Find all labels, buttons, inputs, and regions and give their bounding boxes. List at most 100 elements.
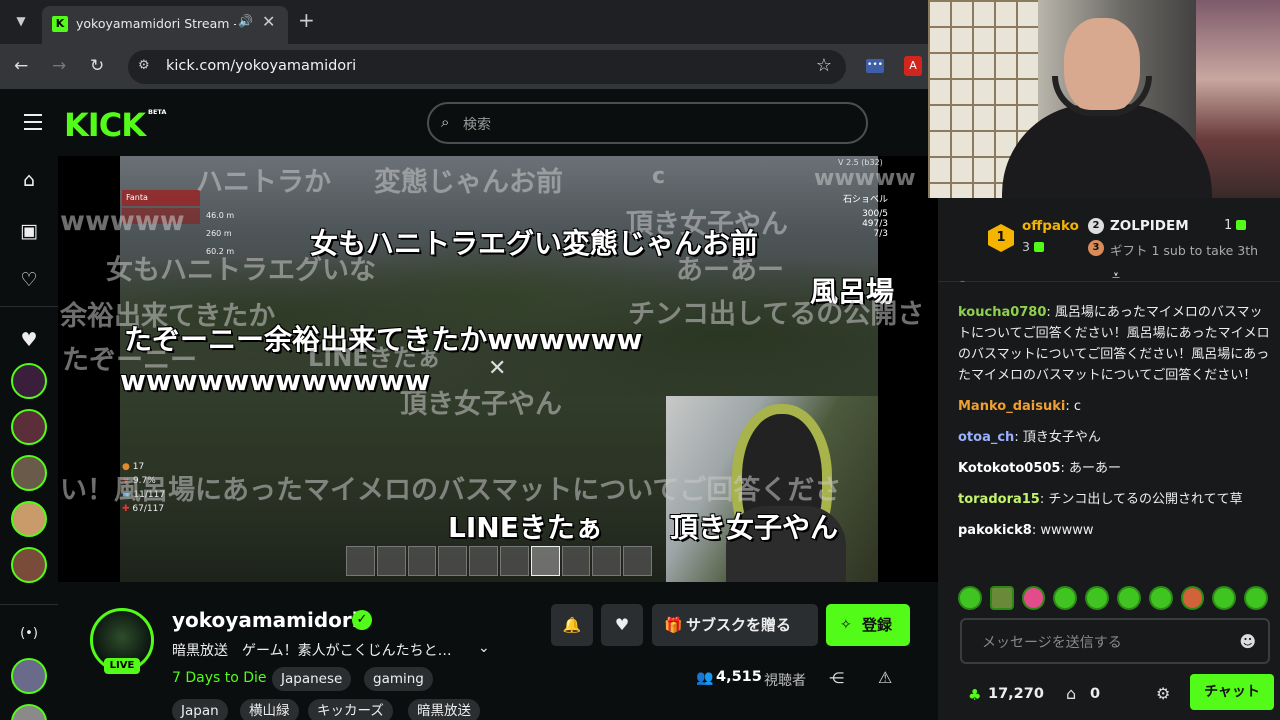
notification-bell-button[interactable]: 🔔 xyxy=(551,604,593,646)
chevron-down-icon[interactable]: ⌄ xyxy=(478,640,490,656)
chat-username[interactable]: Kotokoto0505 xyxy=(958,461,1060,476)
category-link[interactable]: 7 Days to Die xyxy=(172,670,267,686)
chat-username[interactable]: pakokick8 xyxy=(958,523,1032,538)
recommended-channel-avatar[interactable] xyxy=(11,658,47,694)
tag-chip[interactable]: Japanese xyxy=(272,667,352,691)
hotbar-slot xyxy=(561,546,591,576)
send-chat-button[interactable]: チャット xyxy=(1190,674,1274,710)
hud-stat-2: 260 m xyxy=(206,229,232,238)
channel-points: 17,270 xyxy=(988,686,1044,702)
danmaku-comment: 頂き女子やん xyxy=(400,389,562,420)
followed-channel-avatar[interactable] xyxy=(11,501,47,537)
followed-channel-avatar[interactable] xyxy=(11,547,47,583)
follow-heart-button[interactable]: ♥ xyxy=(601,604,643,646)
gift-icon xyxy=(1236,220,1247,230)
chat-message: Kotokoto0505: あーあー xyxy=(958,458,1270,479)
browse-icon[interactable]: ▣ xyxy=(17,219,41,243)
emote-icon[interactable] xyxy=(1148,586,1173,610)
recommended-channel-avatar[interactable] xyxy=(11,704,47,720)
chat-separator: : xyxy=(1065,399,1074,414)
store-icon[interactable]: ⌂ xyxy=(1066,684,1076,703)
browser-tab[interactable]: K yokoyamamidori Stream - V 🔊 ✕ xyxy=(42,6,288,44)
emote-icon[interactable] xyxy=(1212,586,1237,610)
forward-button[interactable]: → xyxy=(52,56,66,76)
top-gifters: 1 offpako 3 2 ZOLPIDEM 1 3 ギフト 1 sub to … xyxy=(938,198,1280,287)
following-heart-icon: ♥ xyxy=(20,329,38,351)
url-text: kick.com/yokoyamamidori xyxy=(166,58,357,74)
live-signal-icon: (•) xyxy=(20,626,38,641)
chat-username[interactable]: toradora15 xyxy=(958,492,1040,507)
reload-button[interactable]: ↻ xyxy=(90,56,104,76)
bookmark-star-icon[interactable]: ☆ xyxy=(816,55,832,76)
following-icon[interactable]: ♡ xyxy=(17,268,41,292)
channel-name[interactable]: yokoyamamidori xyxy=(172,608,359,632)
chat-text: チンコ出してるの公開されてて草 xyxy=(1048,492,1243,507)
sparkle-icon: ✧ xyxy=(840,617,852,633)
gifter-1-name[interactable]: offpako xyxy=(1022,218,1079,234)
live-badge: LIVE xyxy=(104,658,140,674)
chat-footer: ♣ 17,270 ⌂ 0 ⚙ チャット xyxy=(938,672,1280,720)
emote-icon[interactable] xyxy=(958,586,982,610)
address-bar-row: ← → ↻ ⚙ kick.com/yokoyamamidori ☆ ••• A xyxy=(0,44,930,90)
hotbar-slot xyxy=(376,546,406,576)
emote-icon[interactable] xyxy=(1116,586,1141,610)
hud-item-name: 石ショベル xyxy=(842,195,888,205)
close-tab-icon[interactable]: ✕ xyxy=(262,12,275,31)
site-header: KICK BETA ⌕ 検索 xyxy=(0,90,940,156)
emote-icon[interactable] xyxy=(1244,586,1268,610)
tab-search-icon[interactable]: ▼ xyxy=(10,10,32,32)
new-tab-button[interactable]: + xyxy=(298,8,315,32)
gifter-2-name[interactable]: ZOLPIDEM xyxy=(1110,218,1189,234)
menu-icon[interactable] xyxy=(24,114,42,135)
danmaku-comment: 頂き女子やん xyxy=(670,511,839,544)
hud-player-name: Fanta xyxy=(122,190,200,206)
speaker-icon[interactable]: 🔊 xyxy=(238,14,253,28)
gift-sub-button[interactable]: 🎁 サブスクを贈る xyxy=(652,604,818,646)
followed-channel-avatar[interactable] xyxy=(11,363,47,399)
tag-chip[interactable]: gaming xyxy=(364,667,433,691)
tag-chip[interactable]: 横山緑 xyxy=(240,699,299,720)
hud-stat-1: 46.0 m xyxy=(206,211,235,220)
gift-sub-label: サブスクを贈る xyxy=(686,616,792,634)
chat-username[interactable]: otoa_ch xyxy=(958,430,1014,445)
tag-chip[interactable]: Japan xyxy=(172,699,228,720)
emoji-picker-icon[interactable]: ☻ xyxy=(1239,632,1256,651)
emote-icon[interactable] xyxy=(1180,586,1205,610)
emote-icon[interactable] xyxy=(1085,586,1109,610)
chat-separator: : xyxy=(1046,305,1055,320)
channel-points-icon[interactable]: ♣ xyxy=(968,686,981,704)
site-info-icon[interactable]: ⚙ xyxy=(138,58,150,73)
video-player[interactable]: V 2.5 (b32) Fanta 46.0 m 260 m 60.2 m 石シ… xyxy=(58,156,938,582)
back-button[interactable]: ← xyxy=(14,56,28,76)
chat-message: koucha0780: 風呂場にあったマイメロのバスマットについてご回答ください… xyxy=(958,302,1270,386)
chat-text: wwwww xyxy=(1040,523,1094,538)
emote-icon[interactable] xyxy=(989,586,1014,610)
chat-message: otoa_ch: 頂き女子やん xyxy=(958,427,1270,448)
followed-channel-avatar[interactable] xyxy=(11,409,47,445)
emote-icon[interactable] xyxy=(1053,586,1078,610)
kick-logo[interactable]: KICK xyxy=(64,106,146,144)
share-icon[interactable]: ⋲ xyxy=(829,669,844,687)
tag-chip[interactable]: キッカーズ xyxy=(308,699,393,720)
report-warning-icon[interactable]: ⚠ xyxy=(878,668,892,687)
danmaku-comment: wwwww xyxy=(814,166,916,191)
hud-items: 石ショベル 300/5 497/3 7/3 xyxy=(798,192,888,239)
search-placeholder: 検索 xyxy=(463,117,491,133)
pdf-extension-icon[interactable]: A xyxy=(904,56,922,76)
close-icon[interactable]: ✕ xyxy=(488,356,506,381)
chat-username[interactable]: koucha0780 xyxy=(958,305,1046,320)
chat-username[interactable]: Manko_daisuki xyxy=(958,399,1065,414)
chat-message: toradora15: チンコ出してるの公開されてて草 xyxy=(958,489,1270,510)
search-input[interactable]: ⌕ 検索 xyxy=(427,102,868,144)
chat-message-input[interactable]: メッセージを送信する ☻ xyxy=(960,618,1270,664)
viewer-label: 視聴者 xyxy=(764,673,806,689)
tag-chip[interactable]: 暗黒放送 xyxy=(408,699,480,720)
followed-channel-avatar[interactable] xyxy=(11,455,47,491)
gear-icon[interactable]: ⚙ xyxy=(1156,684,1170,703)
extension-icon[interactable]: ••• xyxy=(866,59,884,73)
collapse-chevron-icon[interactable]: ⩡ xyxy=(1106,268,1126,284)
subscribe-button[interactable]: ✧ 登録 xyxy=(826,604,910,646)
emote-icon[interactable] xyxy=(1021,586,1046,610)
url-field[interactable]: ⚙ kick.com/yokoyamamidori ☆ xyxy=(128,50,846,84)
home-icon[interactable]: ⌂ xyxy=(17,168,41,192)
